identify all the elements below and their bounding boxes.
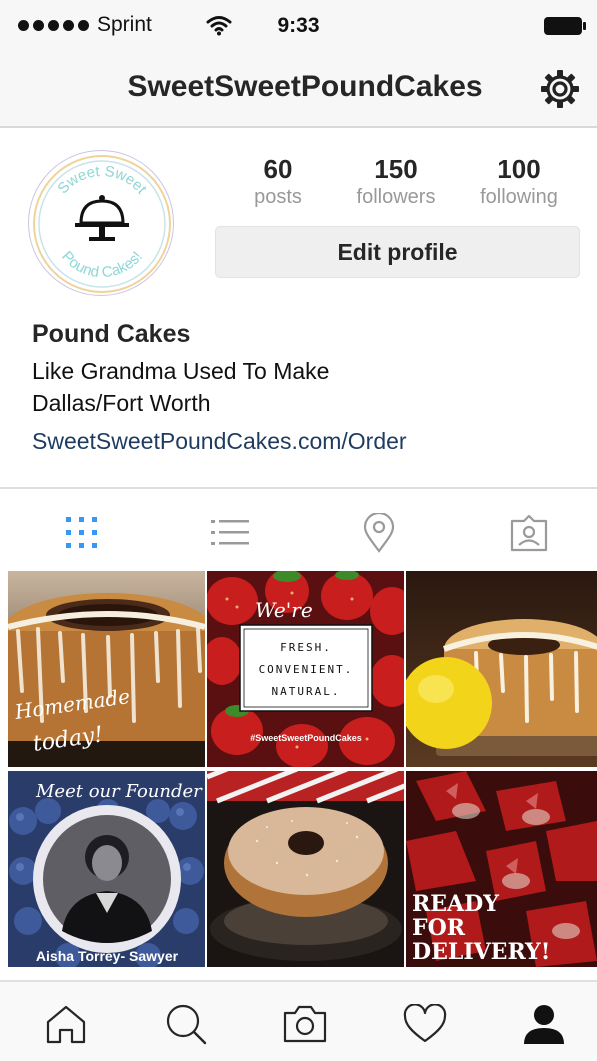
post-caption-line-3: CONVENIENT.: [259, 663, 354, 676]
post-thumbnail[interactable]: READY FOR DELIVERY!: [406, 771, 597, 967]
nav-home[interactable]: [42, 1000, 90, 1048]
bio-line-2: Dallas/Fort Worth: [32, 390, 211, 416]
posts-grid: Homemade today! We're FRESH. CONVENIENT.…: [8, 571, 597, 967]
edit-profile-button[interactable]: Edit profile: [215, 226, 580, 278]
profile-icon: [524, 1005, 564, 1044]
avatar-top-text: Sweet Sweet: [54, 163, 150, 198]
post-thumbnail[interactable]: Meet our Founder Aisha Torrey- Sawyer: [8, 771, 205, 967]
cake-stand-icon: [75, 195, 129, 241]
post-thumbnail[interactable]: [207, 771, 404, 967]
post-caption-line-1: READY: [412, 891, 499, 917]
tab-list-view[interactable]: [208, 511, 252, 555]
location-pin-icon: [363, 513, 395, 553]
tab-grid-view[interactable]: [60, 511, 104, 555]
post-thumbnail[interactable]: We're FRESH. CONVENIENT. NATURAL. #Sweet…: [207, 571, 404, 767]
profile-display-name: Pound Cakes: [32, 320, 191, 348]
post-hashtag: #SweetSweetPoundCakes: [250, 733, 362, 743]
post-caption-line-1: Meet our Founder: [35, 781, 203, 802]
battery-icon: [543, 16, 587, 41]
clock: 9:33: [277, 14, 320, 37]
post-thumbnail[interactable]: [406, 571, 597, 767]
profile-stats: 60 posts 150 followers 100 following: [215, 154, 581, 214]
avatar-bottom-text: Pound Cakes!: [58, 248, 146, 281]
profile-header-bar: SweetSweetPoundCakes: [0, 52, 597, 128]
nav-camera[interactable]: [281, 1000, 329, 1048]
search-icon: [166, 1004, 207, 1045]
heart-icon: [403, 1004, 447, 1043]
post-caption-line-4: NATURAL.: [272, 685, 341, 698]
bottom-nav-bar: [0, 980, 597, 1061]
grid-icon: [66, 517, 97, 548]
post-caption-line-1: We're: [255, 598, 313, 622]
nav-search[interactable]: [162, 1000, 210, 1048]
following-count[interactable]: 100 following: [459, 154, 579, 210]
posts-count[interactable]: 60 posts: [218, 154, 338, 210]
post-thumbnail[interactable]: Homemade today!: [8, 571, 205, 767]
avatar[interactable]: Sweet Sweet Pound Cakes!: [28, 150, 174, 296]
camera-icon: [283, 1005, 327, 1043]
list-icon: [211, 520, 249, 545]
profile-username: SweetSweetPoundCakes: [127, 70, 483, 103]
nav-profile[interactable]: [520, 1000, 568, 1048]
post-caption-line-2: FRESH.: [280, 641, 332, 654]
home-icon: [46, 1005, 86, 1044]
followers-count[interactable]: 150 followers: [336, 154, 456, 210]
post-caption-line-2: Aisha Torrey- Sawyer: [36, 948, 179, 964]
status-bar: Sprint 9:33: [0, 0, 597, 52]
nav-activity[interactable]: [401, 1000, 449, 1048]
gear-icon[interactable]: [539, 68, 581, 115]
post-caption-line-2: FOR: [412, 915, 466, 941]
tagged-person-icon: [510, 514, 548, 552]
post-caption-line-3: DELIVERY!: [412, 939, 550, 965]
bio-website-link[interactable]: SweetSweetPoundCakes.com/Order: [32, 428, 407, 455]
profile-view-tabs: [0, 487, 597, 571]
tab-tagged-view[interactable]: [507, 511, 551, 555]
bio-line-1: Like Grandma Used To Make: [32, 358, 330, 384]
tab-location-view[interactable]: [357, 511, 401, 555]
